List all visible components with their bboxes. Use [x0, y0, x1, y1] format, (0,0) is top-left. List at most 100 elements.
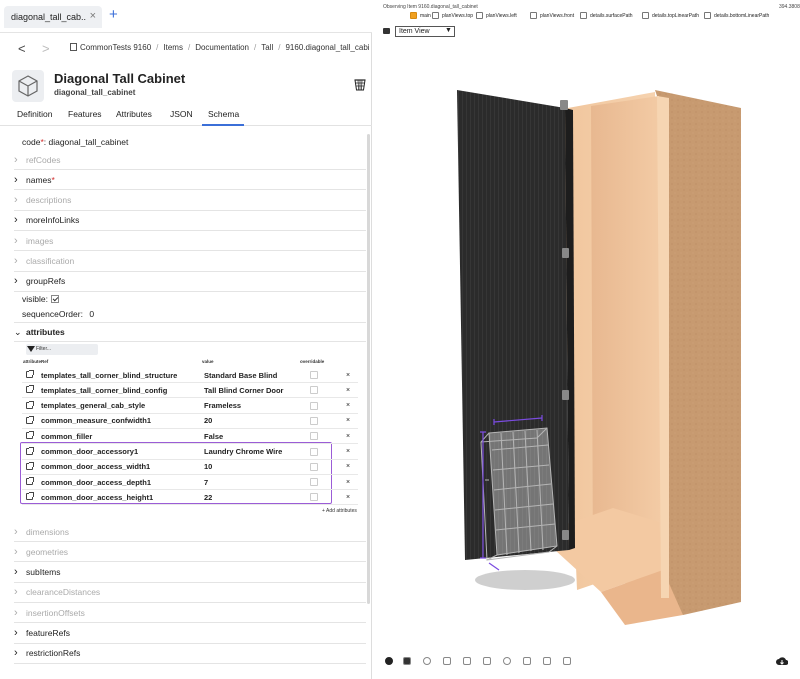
- tab-json[interactable]: JSON: [170, 109, 193, 119]
- attribute-value[interactable]: False: [204, 432, 223, 441]
- attribute-ref[interactable]: common_door_access_depth1: [41, 478, 151, 487]
- attribute-value[interactable]: 10: [204, 462, 212, 471]
- external-link-icon[interactable]: [26, 446, 34, 455]
- schema-section[interactable]: › images: [14, 231, 366, 252]
- overridable-checkbox[interactable]: [310, 447, 318, 456]
- overridable-checkbox[interactable]: [310, 371, 318, 379]
- overridable-checkbox[interactable]: [310, 401, 318, 410]
- tab-schema[interactable]: Schema: [208, 109, 239, 119]
- remove-attribute-button[interactable]: ×: [346, 387, 350, 394]
- view-option[interactable]: details.topLinearPath: [642, 12, 699, 19]
- schema-section[interactable]: › descriptions: [14, 191, 366, 211]
- remove-attribute-button[interactable]: ×: [346, 372, 350, 379]
- external-link-icon[interactable]: [26, 492, 34, 501]
- breadcrumb-item[interactable]: Documentation: [195, 43, 249, 52]
- camera-icon[interactable]: [383, 28, 390, 34]
- external-link-icon[interactable]: [26, 415, 34, 424]
- view-option-checkbox[interactable]: [580, 12, 587, 19]
- measure-icon[interactable]: [523, 657, 531, 665]
- grid-icon[interactable]: [403, 657, 411, 665]
- attribute-value[interactable]: Standard Base Blind: [204, 371, 277, 380]
- view-option-checkbox[interactable]: [642, 12, 649, 19]
- palette-icon[interactable]: [385, 657, 393, 665]
- breadcrumb-item[interactable]: CommonTests 9160: [80, 43, 151, 52]
- breadcrumb-item[interactable]: Items: [163, 43, 183, 52]
- forward-button[interactable]: >: [42, 41, 50, 56]
- attribute-ref[interactable]: common_door_access_height1: [41, 493, 153, 502]
- attribute-ref[interactable]: templates_general_cab_style: [41, 401, 145, 410]
- view-option[interactable]: planViews.front: [530, 12, 574, 19]
- overridable-checkbox[interactable]: [310, 493, 318, 502]
- external-link-icon[interactable]: [26, 400, 34, 409]
- overridable-checkbox[interactable]: [310, 416, 318, 425]
- settings-icon[interactable]: [503, 657, 511, 665]
- breadcrumb-item[interactable]: 9160.diagonal_tall_cabin: [285, 43, 370, 52]
- back-button[interactable]: <: [18, 41, 26, 56]
- remove-attribute-button[interactable]: ×: [346, 448, 350, 455]
- schema-section[interactable]: › refCodes: [14, 150, 366, 170]
- attribute-ref[interactable]: templates_tall_corner_blind_config: [41, 386, 167, 395]
- view-option[interactable]: main: [410, 12, 431, 19]
- tab-diagonal-tall-cabinet[interactable]: diagonal_tall_cab.. ×: [4, 6, 102, 28]
- external-link-icon[interactable]: [26, 370, 34, 378]
- attribute-value[interactable]: 20: [204, 416, 212, 425]
- schema-section[interactable]: › clearanceDistances: [14, 583, 366, 603]
- schema-section[interactable]: › names *: [14, 170, 366, 191]
- overridable-checkbox[interactable]: [310, 386, 318, 395]
- visible-checkbox[interactable]: [50, 295, 59, 303]
- external-link-icon[interactable]: [26, 385, 34, 394]
- 3d-scene[interactable]: [377, 50, 800, 650]
- view-option-checkbox[interactable]: [410, 12, 417, 19]
- box-icon[interactable]: [443, 657, 451, 665]
- add-attributes-button[interactable]: + Add attributes: [322, 508, 357, 514]
- overridable-checkbox[interactable]: [310, 432, 318, 441]
- basket-icon[interactable]: [354, 78, 366, 92]
- schema-section[interactable]: › geometries: [14, 542, 366, 563]
- view-option-checkbox[interactable]: [432, 12, 439, 19]
- view-option[interactable]: details.bottomLinearPath: [704, 12, 769, 19]
- attribute-ref[interactable]: common_filler: [41, 432, 92, 441]
- remove-attribute-button[interactable]: ×: [346, 494, 350, 501]
- schema-section[interactable]: › insertionOffsets: [14, 603, 366, 624]
- breadcrumb-item[interactable]: Tall: [261, 43, 273, 52]
- view-option[interactable]: details.surfacePath: [580, 12, 633, 19]
- external-link-icon[interactable]: [26, 477, 34, 486]
- remove-attribute-button[interactable]: ×: [346, 479, 350, 486]
- schema-section[interactable]: › moreInfoLinks: [14, 211, 366, 231]
- remove-attribute-button[interactable]: ×: [346, 433, 350, 440]
- schema-section[interactable]: › dimensions: [14, 522, 366, 542]
- crop-icon[interactable]: [483, 657, 491, 665]
- view-option-checkbox[interactable]: [530, 12, 537, 19]
- remove-attribute-button[interactable]: ×: [346, 417, 350, 424]
- layers-icon[interactable]: [563, 657, 571, 665]
- sequence-value[interactable]: 0: [89, 309, 94, 319]
- tab-features[interactable]: Features: [68, 109, 102, 119]
- section-attributes[interactable]: ⌄ attributes: [14, 322, 366, 342]
- filter-input[interactable]: Filter...: [26, 344, 98, 355]
- view-option[interactable]: planViews.left: [476, 12, 517, 19]
- attribute-value[interactable]: 22: [204, 493, 212, 502]
- external-link-icon[interactable]: [26, 431, 34, 440]
- view-option-checkbox[interactable]: [704, 12, 711, 19]
- remove-attribute-button[interactable]: ×: [346, 463, 350, 470]
- target-icon[interactable]: [423, 657, 431, 665]
- tab-attributes[interactable]: Attributes: [116, 109, 152, 119]
- remove-attribute-button[interactable]: ×: [346, 402, 350, 409]
- pen-icon[interactable]: [463, 657, 471, 665]
- view-option[interactable]: planViews.top: [432, 12, 473, 19]
- tab-definition[interactable]: Definition: [17, 109, 52, 119]
- attribute-value[interactable]: Tall Blind Corner Door: [204, 386, 283, 395]
- view-option-checkbox[interactable]: [476, 12, 483, 19]
- attribute-ref[interactable]: common_door_access_width1: [41, 462, 150, 471]
- attribute-ref[interactable]: common_measure_confwidth1: [41, 416, 151, 425]
- overridable-checkbox[interactable]: [310, 478, 318, 487]
- schema-section[interactable]: › groupRefs: [14, 272, 366, 292]
- attribute-value[interactable]: 7: [204, 478, 208, 487]
- attribute-value[interactable]: Laundry Chrome Wire: [204, 447, 282, 456]
- schema-section[interactable]: › featureRefs: [14, 624, 366, 644]
- schema-section[interactable]: › restrictionRefs: [14, 644, 366, 664]
- scrollbar[interactable]: [367, 134, 370, 604]
- attribute-ref[interactable]: common_door_accessory1: [41, 447, 138, 456]
- anchor-icon[interactable]: [543, 657, 551, 665]
- schema-section[interactable]: › subItems: [14, 563, 366, 583]
